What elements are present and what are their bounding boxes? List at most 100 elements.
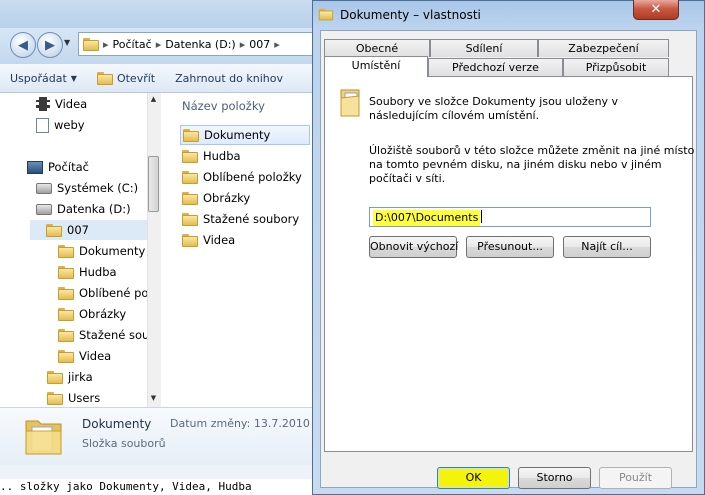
nav-item-label: Users (68, 391, 101, 405)
organize-label: Uspořádat (10, 71, 67, 85)
file-item[interactable]: Videa (182, 230, 235, 250)
close-icon: ✕ (650, 2, 662, 17)
restore-default-button[interactable]: Obnovit výchozí (369, 236, 458, 258)
file-item[interactable]: Hudba (182, 146, 241, 166)
documents-folder-icon (338, 88, 362, 120)
open-button[interactable]: Otevřít (87, 71, 165, 85)
close-button[interactable]: ✕ (633, 0, 679, 20)
location-path-input[interactable]: D:\007\Documents (369, 207, 651, 227)
nav-item-oblibene[interactable]: Oblíbené pol (58, 283, 152, 303)
file-item[interactable]: Oblíbené položky (182, 167, 302, 187)
folder-icon (182, 191, 198, 205)
column-header-name[interactable]: Název položky (182, 99, 265, 113)
folder-icon (83, 37, 99, 51)
move-button[interactable]: Přesunout... (466, 236, 554, 258)
nav-item-label: Hudba (79, 265, 117, 279)
tab-umisteni[interactable]: Umístění (324, 56, 428, 77)
folder-icon (47, 370, 63, 384)
nav-item-obrazky[interactable]: Obrázky (58, 304, 126, 324)
breadcrumb-separator-icon[interactable]: ▸ (240, 38, 246, 51)
folder-icon (58, 307, 74, 321)
breadcrumb-item[interactable]: Počítač (113, 38, 152, 51)
tab-panel-umisteni (324, 76, 693, 452)
details-item-name: Dokumenty (82, 417, 152, 431)
address-bar[interactable]: ▸ Počítač ▸ Datenka (D:) ▸ 007 ▸ (78, 32, 318, 56)
breadcrumb-separator-icon[interactable]: ▸ (274, 38, 280, 51)
folder-icon (58, 265, 74, 279)
nav-item-label: Videa (79, 349, 112, 363)
scroll-up-icon[interactable]: ▲ (148, 95, 159, 107)
open-label: Otevřít (116, 71, 156, 85)
nav-item-label: Stažené soub (79, 328, 157, 342)
tab-sdileni[interactable]: Sdílení (430, 39, 538, 57)
path-value-highlight: D:\007\Documents (373, 210, 481, 226)
scroll-down-icon[interactable]: ▼ (148, 394, 159, 406)
ok-button[interactable]: OK (437, 467, 510, 489)
nav-item-label: 007 (67, 223, 89, 237)
text-caret (481, 210, 483, 223)
status-bar (0, 465, 312, 479)
folder-icon (46, 223, 62, 237)
nav-item-videa-library[interactable]: Videa (36, 94, 87, 114)
nav-item-pocitac[interactable]: Počítač (27, 157, 89, 177)
file-item[interactable]: Obrázky (182, 188, 250, 208)
folder-icon (58, 244, 74, 258)
nav-item-users[interactable]: Users (47, 388, 100, 408)
video-library-icon (36, 97, 50, 111)
intro-text-line1: Soubory ve složce Dokumenty jsou uloženy… (369, 95, 619, 108)
nav-item-hudba[interactable]: Hudba (58, 262, 117, 282)
breadcrumb-item[interactable]: 007 (249, 38, 270, 51)
nav-item-videa-folder[interactable]: Videa (58, 346, 111, 366)
nav-item-dokumenty[interactable]: Dokumenty (58, 241, 145, 261)
file-item-label: Stažené soubory (203, 212, 300, 226)
nav-item-007[interactable]: 007 (30, 220, 147, 240)
info-text-line3: počítači v síti. (369, 172, 446, 185)
tab-zabezpeceni[interactable]: Zabezpečení (538, 39, 669, 57)
nav-item-label: weby (54, 118, 85, 132)
large-folder-icon (24, 413, 64, 457)
nav-item-datenka[interactable]: Datenka (D:) (36, 199, 131, 219)
file-item[interactable]: Stažené soubory (182, 209, 299, 229)
recent-pages-chevron-icon[interactable]: ▼ (64, 38, 70, 47)
forward-arrow-icon: ▶ (45, 37, 55, 53)
breadcrumb-item[interactable]: Datenka (D:) (165, 38, 235, 51)
nav-item-stazene[interactable]: Stažené soub (58, 325, 157, 345)
include-in-library-button[interactable]: Zahrnout do knihov (165, 72, 293, 85)
tab-obecne[interactable]: Obecné (324, 39, 430, 57)
find-target-button[interactable]: Najít cíl... (563, 236, 651, 258)
folder-icon (47, 391, 63, 405)
file-item-label: Videa (203, 233, 236, 247)
info-text-line1: Úložiště souborů v této složce můžete zm… (369, 144, 695, 157)
dialog-folder-icon (318, 8, 334, 22)
forward-button[interactable]: ▶ (37, 32, 63, 58)
file-item-label: Obrázky (203, 191, 251, 205)
breadcrumb-separator-icon[interactable]: ▸ (156, 38, 162, 51)
details-modified-date: Datum změny: 13.7.2010 7: (170, 417, 325, 430)
nav-item-label: Počítač (48, 160, 89, 174)
nav-item-label: Datenka (D:) (57, 202, 131, 216)
folder-icon (182, 149, 198, 163)
file-item[interactable]: Dokumenty (180, 125, 310, 145)
nav-item-label: Oblíbené pol (79, 286, 152, 300)
tab-predchozi-verze[interactable]: Předchozí verze (428, 58, 563, 76)
details-item-type: Složka souborů (82, 437, 166, 450)
nav-item-label: jirka (68, 370, 93, 384)
dialog-title: Dokumenty – vlastnosti (340, 8, 481, 22)
tab-prizpusobit[interactable]: Přizpůsobit (563, 58, 669, 76)
nav-scrollbar[interactable] (147, 93, 161, 407)
breadcrumb-separator-icon[interactable]: ▸ (103, 38, 109, 51)
file-item-label: Hudba (203, 149, 241, 163)
scroll-thumb[interactable] (148, 156, 159, 212)
nav-item-weby[interactable]: weby (36, 115, 85, 135)
nav-item-label: Videa (55, 97, 88, 111)
nav-item-jirka[interactable]: jirka (47, 367, 93, 387)
file-item-label: Oblíbené položky (203, 170, 302, 184)
apply-button[interactable]: Použít (599, 467, 672, 489)
cancel-button[interactable]: Storno (518, 467, 591, 489)
organize-button[interactable]: Uspořádat ▼ (0, 72, 87, 85)
nav-item-label: Dokumenty (79, 244, 146, 258)
back-arrow-icon: ◀ (18, 37, 28, 53)
document-icon (36, 117, 49, 133)
back-button[interactable]: ◀ (10, 32, 36, 58)
nav-item-systemek[interactable]: Systémek (C:) (36, 178, 138, 198)
